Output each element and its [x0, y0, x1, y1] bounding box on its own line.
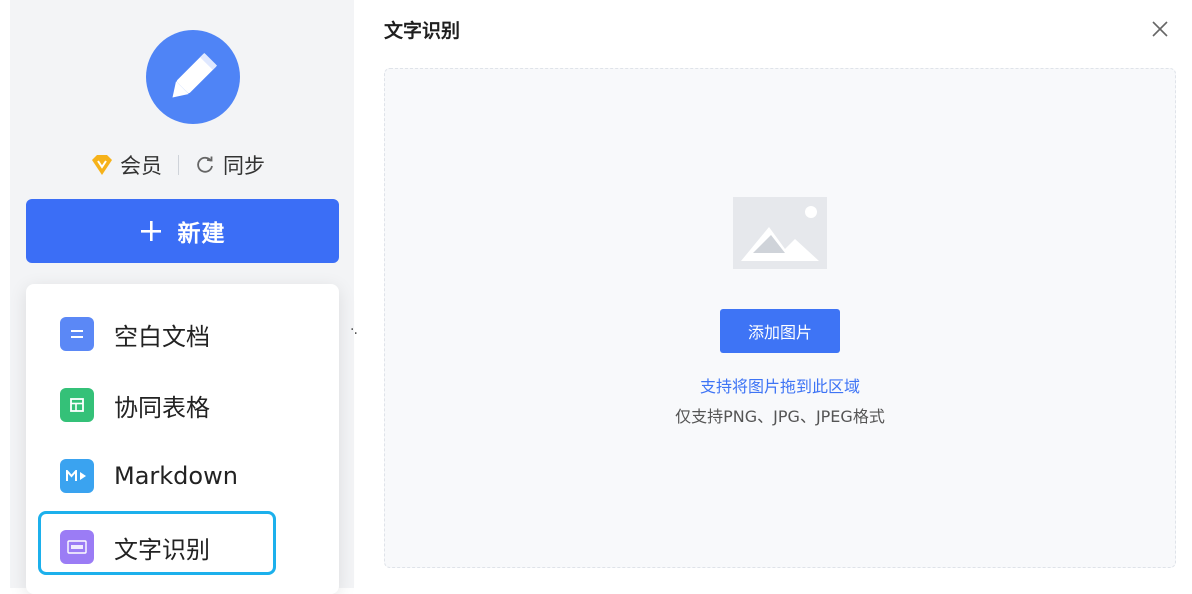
menu-item-label: 空白文档	[114, 322, 210, 351]
menu-item-sheet[interactable]: 协同表格	[60, 385, 210, 425]
sheet-icon	[60, 388, 94, 422]
vip-diamond-icon[interactable]	[90, 154, 114, 176]
avatar[interactable]	[146, 30, 240, 124]
menu-item-markdown[interactable]: Markdown	[60, 456, 238, 496]
sync-icon[interactable]	[195, 155, 215, 175]
menu-item-label: Markdown	[114, 462, 238, 490]
format-hint: 仅支持PNG、JPG、JPEG格式	[675, 407, 885, 426]
menu-item-blank-doc[interactable]: 空白文档	[60, 314, 210, 354]
new-button[interactable]: 新建	[26, 199, 339, 263]
close-icon[interactable]	[1149, 18, 1171, 40]
sync-label[interactable]: 同步	[223, 150, 265, 180]
new-button-label: 新建	[177, 221, 226, 247]
pencil-icon	[172, 52, 218, 98]
ocr-icon	[60, 530, 94, 564]
image-dropzone[interactable]: 添加图片 支持将图片拖到此区域 仅支持PNG、JPG、JPEG格式	[384, 68, 1176, 568]
menu-item-label: 协同表格	[114, 393, 210, 422]
divider	[178, 155, 179, 175]
add-image-button[interactable]: 添加图片	[720, 309, 840, 353]
panel-title: 文字识别	[384, 20, 461, 42]
member-sync-row: 会员 同步	[90, 150, 265, 180]
menu-item-label: 文字识别	[114, 535, 210, 564]
more-dots: ·.	[350, 322, 358, 338]
new-menu: 空白文档 协同表格 Markdown 文字识别	[26, 284, 339, 594]
image-placeholder-icon	[733, 197, 827, 269]
member-label[interactable]: 会员	[120, 150, 162, 180]
blank-doc-icon	[60, 317, 94, 351]
markdown-icon	[60, 459, 94, 493]
plus-icon	[140, 221, 161, 241]
drag-hint: 支持将图片拖到此区域	[699, 377, 860, 396]
menu-item-ocr[interactable]: 文字识别	[60, 527, 210, 567]
